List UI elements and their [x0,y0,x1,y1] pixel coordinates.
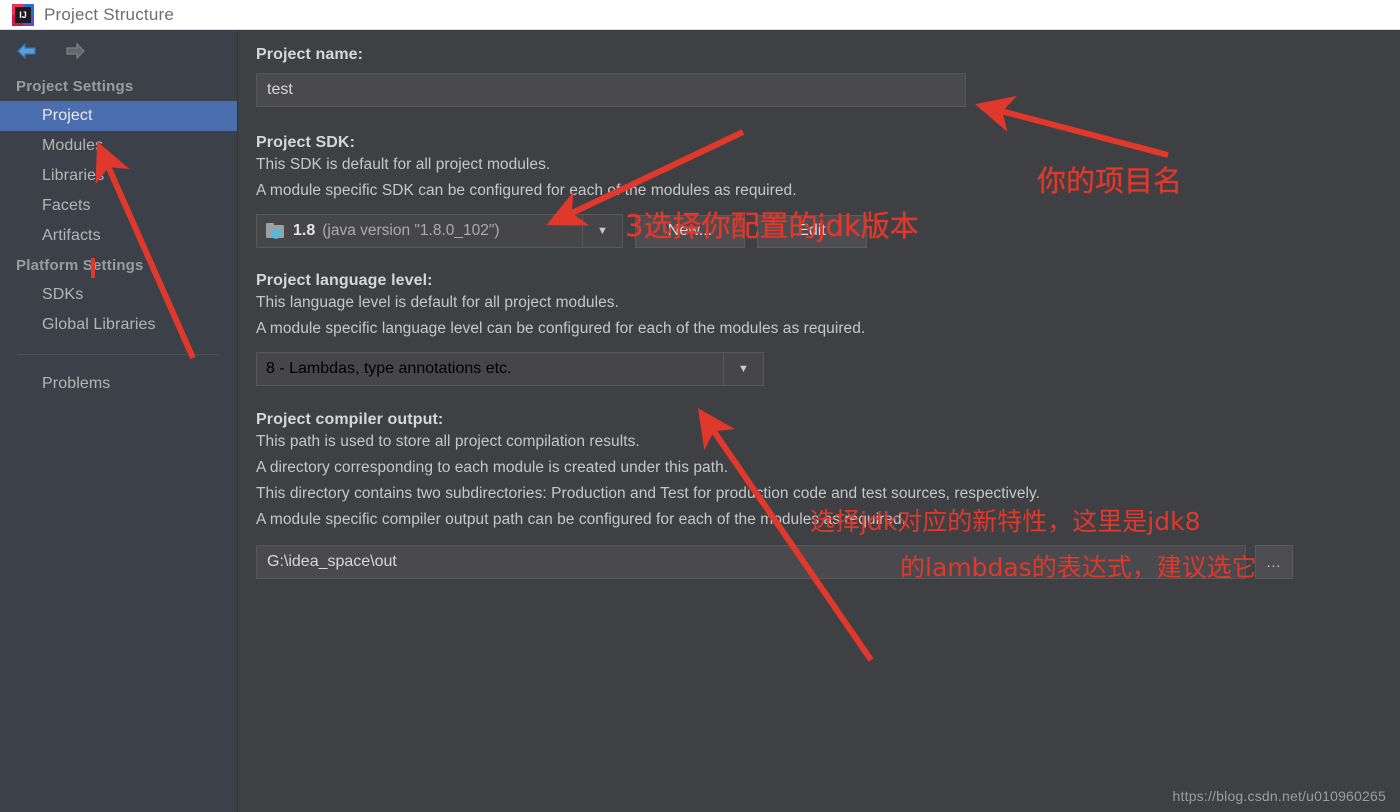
compiler-output-input[interactable]: G:\idea_space\out [256,545,1246,580]
compiler-output-browse-button[interactable]: ... [1255,545,1293,580]
new-sdk-button[interactable]: New... [635,214,745,248]
sidebar-item-global-libraries[interactable]: Global Libraries [0,310,237,340]
project-sdk-version: 1.8 [293,222,316,240]
compiler-output-desc-2: A directory corresponding to each module… [256,459,729,477]
sidebar-item-problems[interactable]: Problems [0,369,237,399]
compiler-output-desc-4: A module specific compiler output path c… [256,511,907,529]
project-sdk-label: Project SDK: [256,134,355,151]
chevron-down-icon[interactable]: ▼ [582,215,622,248]
compiler-output-row: G:\idea_space\out ... [256,545,1400,580]
project-sdk-select-value: 1.8 (java version "1.8.0_102") [257,222,582,240]
compiler-output-desc-3: This directory contains two subdirectori… [256,485,1041,503]
intellij-idea-logo-icon: IJ [12,3,34,26]
project-sdk-detail: (java version "1.8.0_102") [322,222,500,240]
arrow-right-icon [66,42,85,60]
language-level-desc-2: A module specific language level can be … [256,320,866,338]
compiler-output-label: Project compiler output: [256,411,444,429]
language-level-label: Project language level: [256,272,433,290]
project-sdk-row: 1.8 (java version "1.8.0_102") ▼ New... … [256,214,1400,249]
sidebar-item-sdks[interactable]: SDKs [0,280,237,310]
settings-sidebar: Project Settings Project Modules Librari… [0,30,238,812]
forward-button[interactable] [62,40,88,62]
sidebar-nav-arrows [0,30,237,72]
back-button[interactable] [14,40,40,62]
sidebar-item-facets[interactable]: Facets [0,191,237,221]
window-title: Project Structure [44,4,175,24]
sidebar-group-header-platform-settings: Platform Settings [16,257,144,274]
project-sdk-select[interactable]: 1.8 (java version "1.8.0_102") ▼ [256,214,623,249]
chevron-down-icon[interactable]: ▼ [723,353,763,386]
sidebar-item-libraries[interactable]: Libraries [0,161,237,191]
sidebar-group-header-project-settings: Project Settings [16,78,134,95]
title-bar: IJ Project Structure [0,0,1400,30]
project-settings-panel: Project name: test Project SDK: This SDK… [239,30,1400,812]
sidebar-item-artifacts[interactable]: Artifacts [0,221,237,251]
project-sdk-desc-1: This SDK is default for all project modu… [256,156,551,173]
watermark: https://blog.csdn.net/u010960265 [1172,788,1386,804]
edit-sdk-button[interactable]: Edit [757,214,867,248]
sidebar-item-project[interactable]: Project [0,101,237,131]
project-name-input[interactable]: test [256,73,966,107]
arrow-left-icon [17,42,36,60]
language-level-desc-1: This language level is default for all p… [256,294,619,312]
sidebar-divider [18,354,219,355]
compiler-output-desc-1: This path is used to store all project c… [256,433,640,451]
language-level-select[interactable]: 8 - Lambdas, type annotations etc. ▼ [256,352,764,387]
project-name-label: Project name: [256,46,364,63]
project-sdk-desc-2: A module specific SDK can be configured … [256,182,797,200]
project-structure-dialog: IJ Project Structure Project Settings Pr… [0,0,1400,812]
sidebar-item-modules[interactable]: Modules [0,131,237,161]
jdk-folder-icon [266,222,286,240]
language-level-select-value: 8 - Lambdas, type annotations etc. [266,360,512,378]
